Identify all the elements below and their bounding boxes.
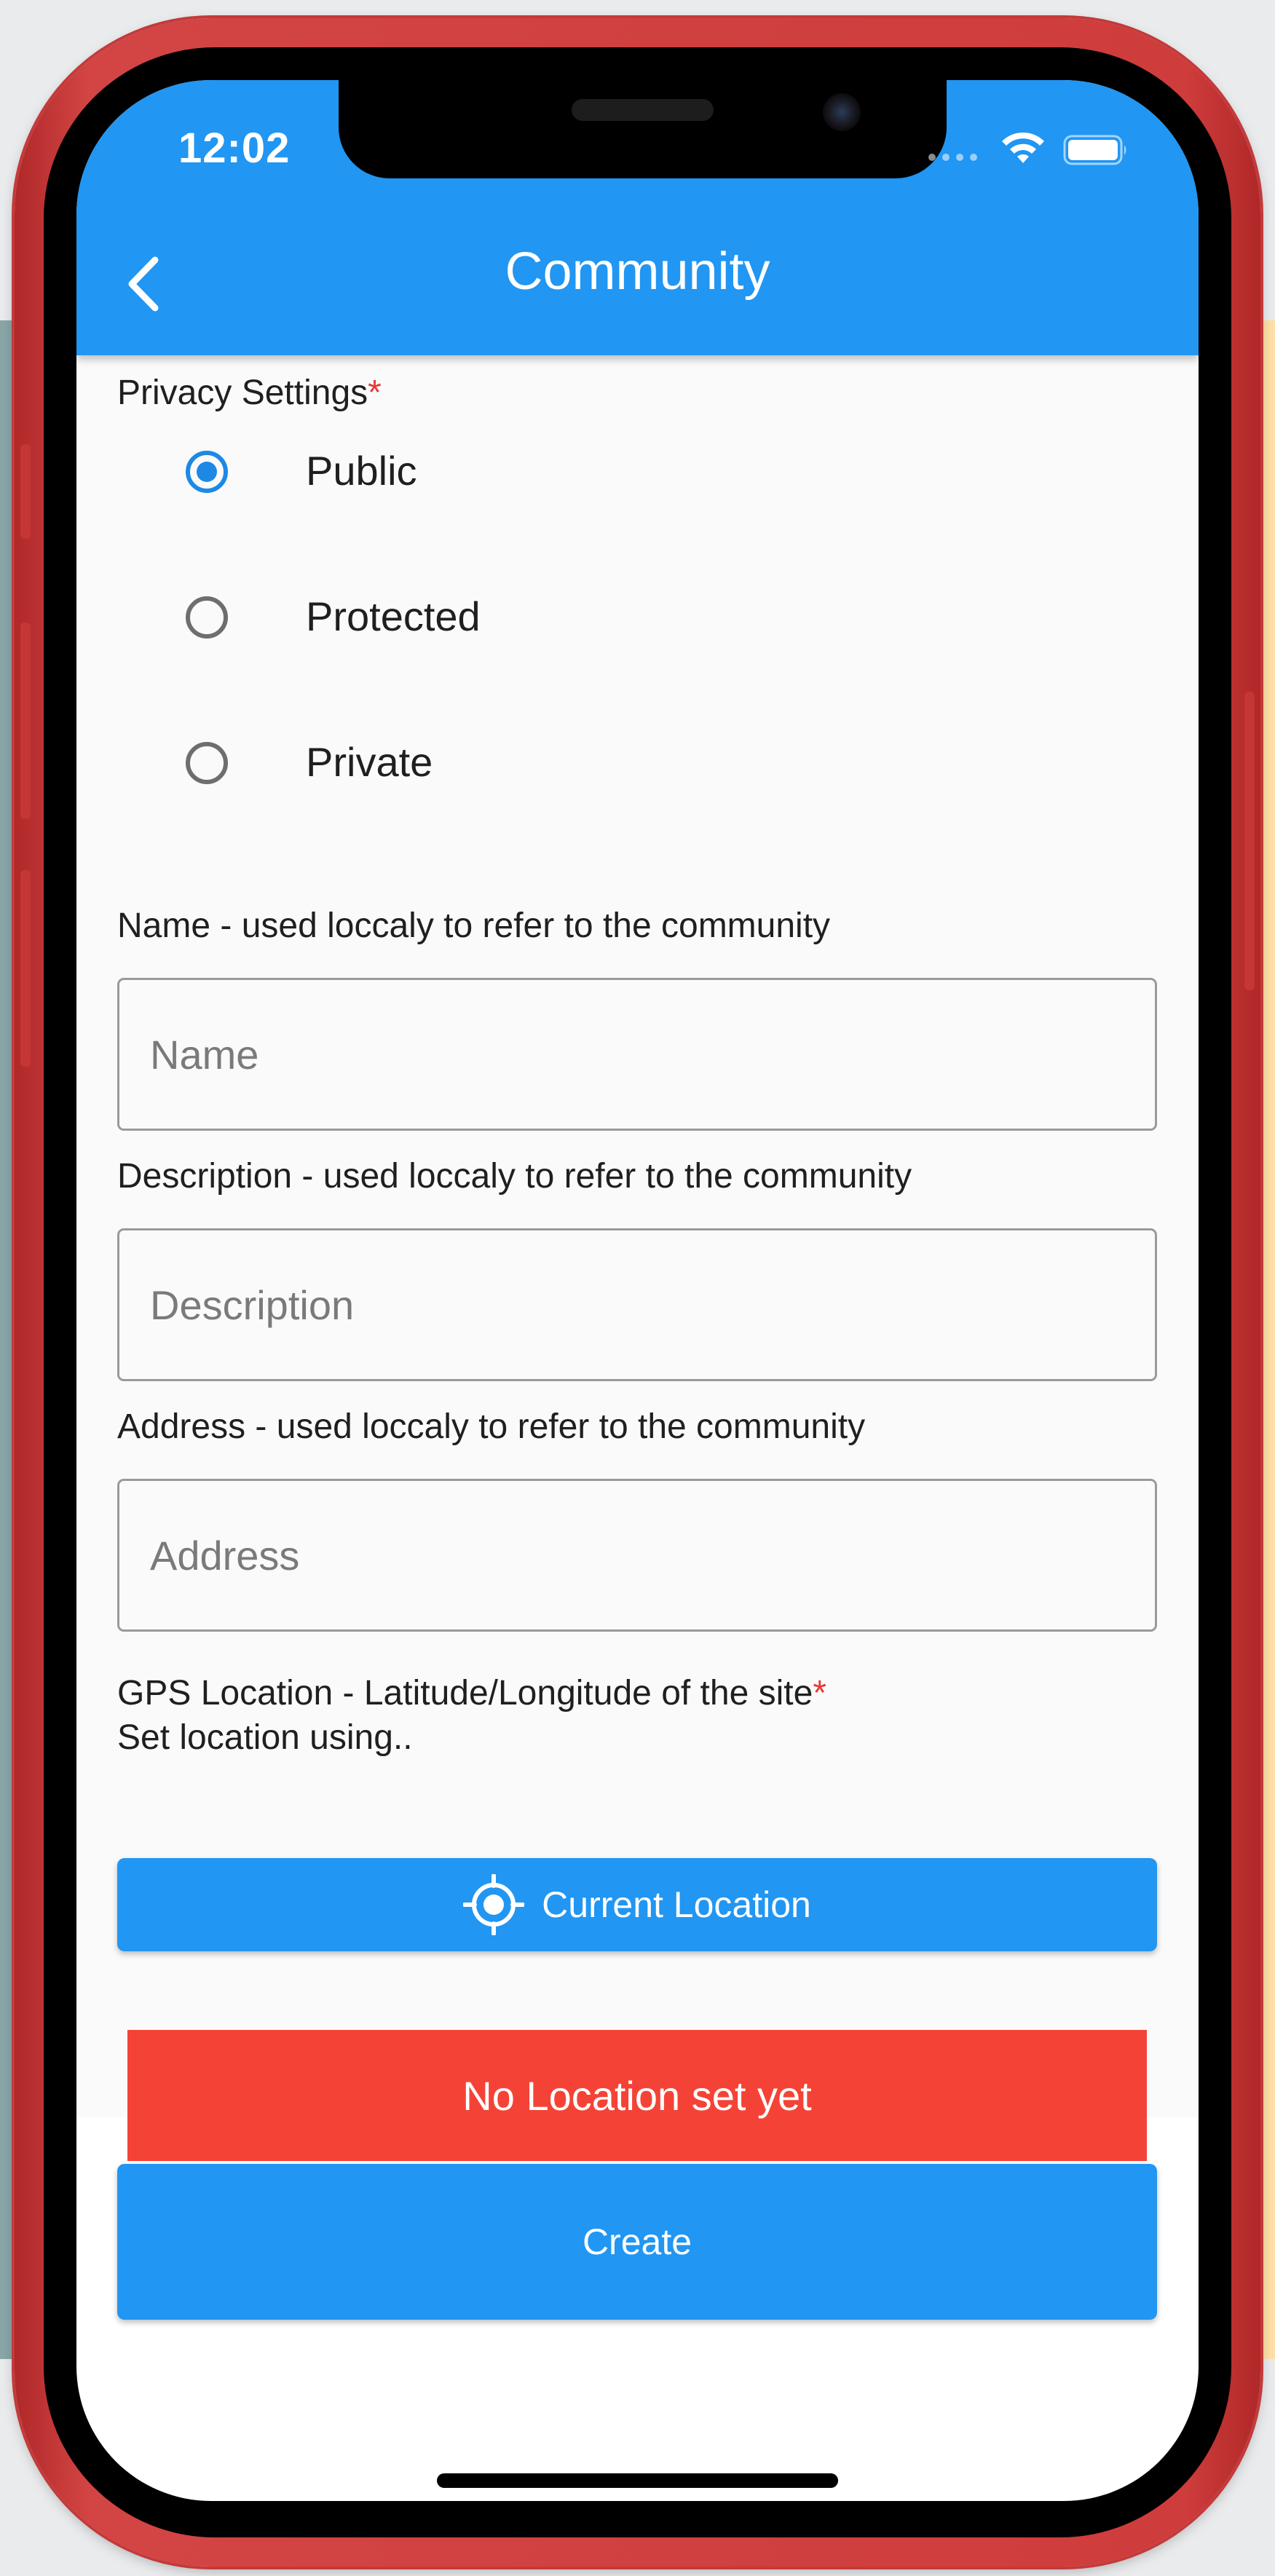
wifi-icon xyxy=(1002,132,1044,163)
radio-option-protected[interactable]: Protected xyxy=(76,552,1199,683)
current-location-label: Current Location xyxy=(542,1884,811,1925)
radio-label-public: Public xyxy=(306,448,417,494)
page-title: Community xyxy=(505,242,770,301)
gps-location-label: GPS Location - Latitude/Longitude of the… xyxy=(117,1674,826,1712)
name-input[interactable] xyxy=(117,978,1157,1131)
status-time: 12:02 xyxy=(178,125,291,172)
address-field-label: Address - used loccaly to refer to the c… xyxy=(117,1407,866,1446)
volume-up-button xyxy=(20,623,31,819)
radio-private[interactable] xyxy=(186,742,228,784)
location-status-banner: No Location set yet xyxy=(127,2030,1147,2161)
radio-label-protected: Protected xyxy=(306,593,481,639)
speaker-grille xyxy=(572,99,714,121)
app-bar: 12:02 Community xyxy=(76,80,1199,355)
radio-protected[interactable] xyxy=(186,596,228,639)
radio-option-public[interactable]: Public xyxy=(76,406,1199,537)
phone-screen: 12:02 Community Privacy Settings* Public… xyxy=(76,80,1199,2501)
create-button[interactable]: Create xyxy=(117,2164,1157,2320)
description-field-label: Description - used loccaly to refer to t… xyxy=(117,1157,912,1196)
required-mark: * xyxy=(813,1674,826,1712)
name-field-label: Name - used loccaly to refer to the comm… xyxy=(117,906,831,945)
current-location-button[interactable]: Current Location xyxy=(117,1858,1157,1951)
mute-switch xyxy=(20,444,31,539)
address-input[interactable] xyxy=(117,1479,1157,1632)
notch xyxy=(339,80,947,178)
create-button-label: Create xyxy=(582,2221,692,2262)
radio-label-private: Private xyxy=(306,739,433,785)
power-button xyxy=(1244,692,1255,990)
front-camera xyxy=(823,93,861,131)
volume-down-button xyxy=(20,870,31,1067)
radio-option-private[interactable]: Private xyxy=(76,698,1199,829)
gps-sublabel: Set location using.. xyxy=(117,1718,413,1757)
battery-icon xyxy=(1063,135,1126,165)
home-indicator[interactable] xyxy=(437,2473,838,2488)
radio-public[interactable] xyxy=(186,451,228,493)
location-status-text: No Location set yet xyxy=(462,2072,812,2119)
gps-fixed-icon xyxy=(463,1874,525,1935)
form-content: Privacy Settings* Public Protected Priva… xyxy=(76,355,1199,2161)
cellular-signal-icon xyxy=(928,154,977,161)
description-input[interactable] xyxy=(117,1228,1157,1381)
